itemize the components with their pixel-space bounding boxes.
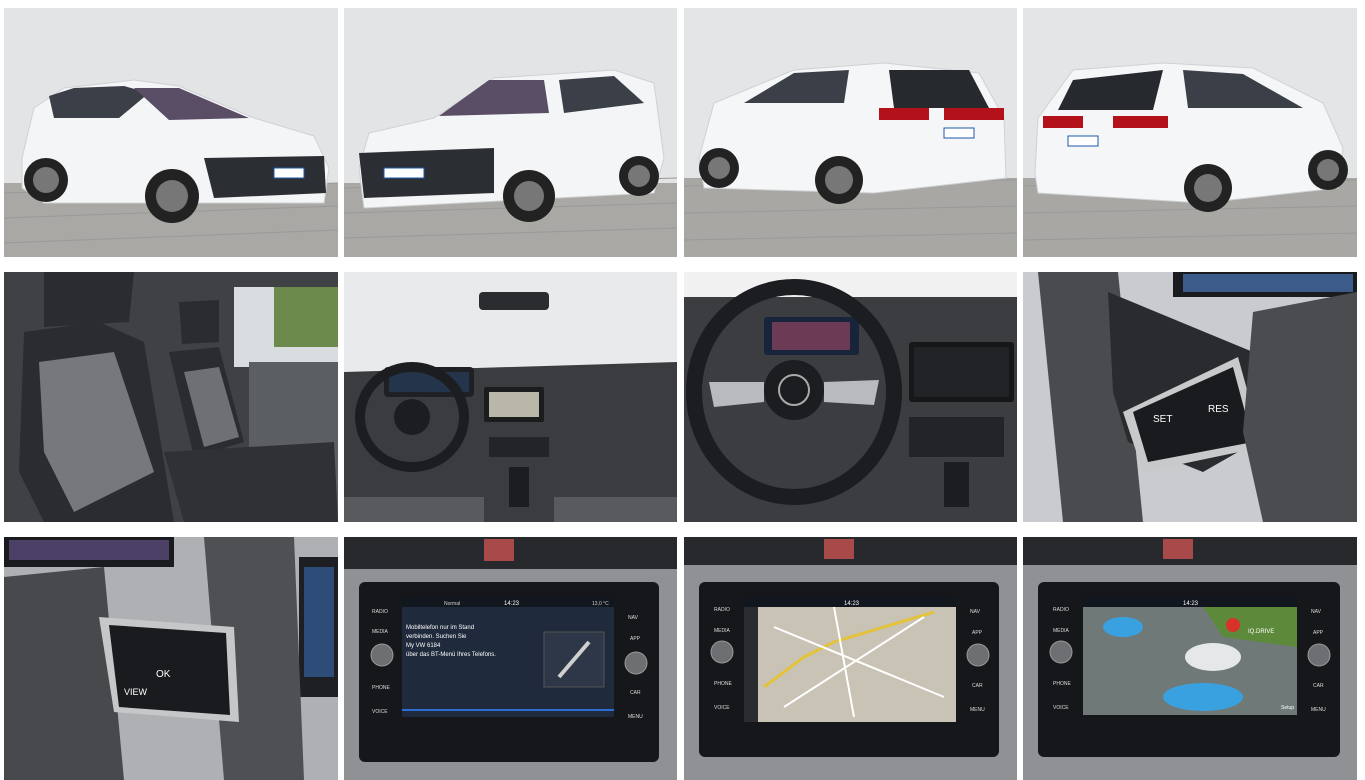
assist-btn-menu: MENU (1311, 707, 1326, 713)
phone-status-time: 14:23 (504, 601, 520, 607)
cockpit-steering-wheel-image (684, 272, 1017, 522)
steering-wheel-left-buttons-image: OK VIEW (4, 537, 338, 780)
btn-nav: NAV (628, 615, 639, 621)
btn-voice: VOICE (372, 709, 388, 715)
btn-app: APP (630, 636, 641, 642)
photo-infotainment-phone-screen[interactable]: Normal 14:23 13,0 °C Mobiltelefon nur im… (344, 537, 677, 780)
phone-message-line-1: Mobiltelefon nur im Stand (406, 625, 474, 631)
phone-message-line-3: My VW 6184 (406, 643, 441, 649)
photo-front-seats[interactable] (4, 272, 338, 522)
photo-infotainment-driving-assist-screen[interactable]: 14:23 IQ.DRIVE Setup RADIO MEDIA PHONE V… (1023, 537, 1357, 780)
phone-status-profile: Normal (444, 601, 460, 607)
phone-status-temp: 13,0 °C (592, 601, 609, 607)
photo-exterior-rear-right[interactable] (1023, 8, 1357, 257)
exterior-front-left-image (4, 8, 338, 257)
photo-cockpit-steering-wheel[interactable] (684, 272, 1017, 522)
btn-media: MEDIA (372, 629, 389, 635)
front-seats-image (4, 272, 338, 522)
exterior-rear-right-image (1023, 8, 1357, 257)
photo-exterior-front-right[interactable] (344, 8, 677, 257)
photo-exterior-rear-left[interactable] (684, 8, 1017, 257)
nav-btn-nav: NAV (970, 609, 981, 615)
nav-btn-car: CAR (972, 683, 983, 689)
assist-btn-app: APP (1313, 630, 1324, 636)
phone-message-line-2: verbinden. Suchen Sie (406, 634, 467, 640)
btn-car: CAR (630, 690, 641, 696)
infotainment-driving-assist-screen-image: 14:23 IQ.DRIVE Setup RADIO MEDIA PHONE V… (1023, 537, 1357, 780)
assist-btn-phone: PHONE (1053, 681, 1071, 687)
steering-wheel-right-buttons-image: SET RES (1023, 272, 1357, 522)
exterior-rear-left-image (684, 8, 1017, 257)
infotainment-navigation-screen-image: 14:23 RADIO MEDIA PHONE VOICE NAV APP CA… (684, 537, 1017, 780)
assist-btn-media: MEDIA (1053, 628, 1070, 634)
assist-btn-voice: VOICE (1053, 705, 1069, 711)
nav-btn-phone: PHONE (714, 681, 732, 687)
exterior-front-right-image (344, 8, 677, 257)
setup-label: Setup (1281, 705, 1294, 711)
btn-phone: PHONE (372, 685, 390, 691)
assist-btn-radio: RADIO (1053, 607, 1069, 613)
nav-btn-voice: VOICE (714, 705, 730, 711)
steering-view-label: VIEW (124, 687, 148, 697)
nav-btn-app: APP (972, 630, 983, 636)
steering-set-label: SET (1153, 414, 1172, 425)
assist-status-time: 14:23 (1183, 601, 1199, 607)
photo-infotainment-navigation-screen[interactable]: 14:23 RADIO MEDIA PHONE VOICE NAV APP CA… (684, 537, 1017, 780)
photo-exterior-front-left[interactable] (4, 8, 338, 257)
assist-btn-car: CAR (1313, 683, 1324, 689)
nav-btn-menu: MENU (970, 707, 985, 713)
steering-res-label: RES (1208, 404, 1229, 415)
phone-message-line-4: über das BT-Menü Ihres Telefons. (406, 652, 496, 658)
assist-btn-nav: NAV (1311, 609, 1322, 615)
photo-gallery-grid: SET RES OK VIEW Normal 14:23 13,0 °C Mob… (0, 0, 1365, 780)
photo-steering-wheel-right-buttons[interactable]: SET RES (1023, 272, 1357, 522)
iq-drive-label: IQ.DRIVE (1248, 629, 1274, 635)
dashboard-overview-image (344, 272, 677, 522)
btn-menu: MENU (628, 714, 643, 720)
photo-steering-wheel-left-buttons[interactable]: OK VIEW (4, 537, 338, 780)
photo-dashboard-overview[interactable] (344, 272, 677, 522)
nav-status-time: 14:23 (844, 601, 860, 607)
nav-btn-radio: RADIO (714, 607, 730, 613)
infotainment-phone-screen-image: Normal 14:23 13,0 °C Mobiltelefon nur im… (344, 537, 677, 780)
btn-radio: RADIO (372, 609, 388, 615)
steering-ok-label: OK (156, 669, 171, 680)
nav-btn-media: MEDIA (714, 628, 731, 634)
